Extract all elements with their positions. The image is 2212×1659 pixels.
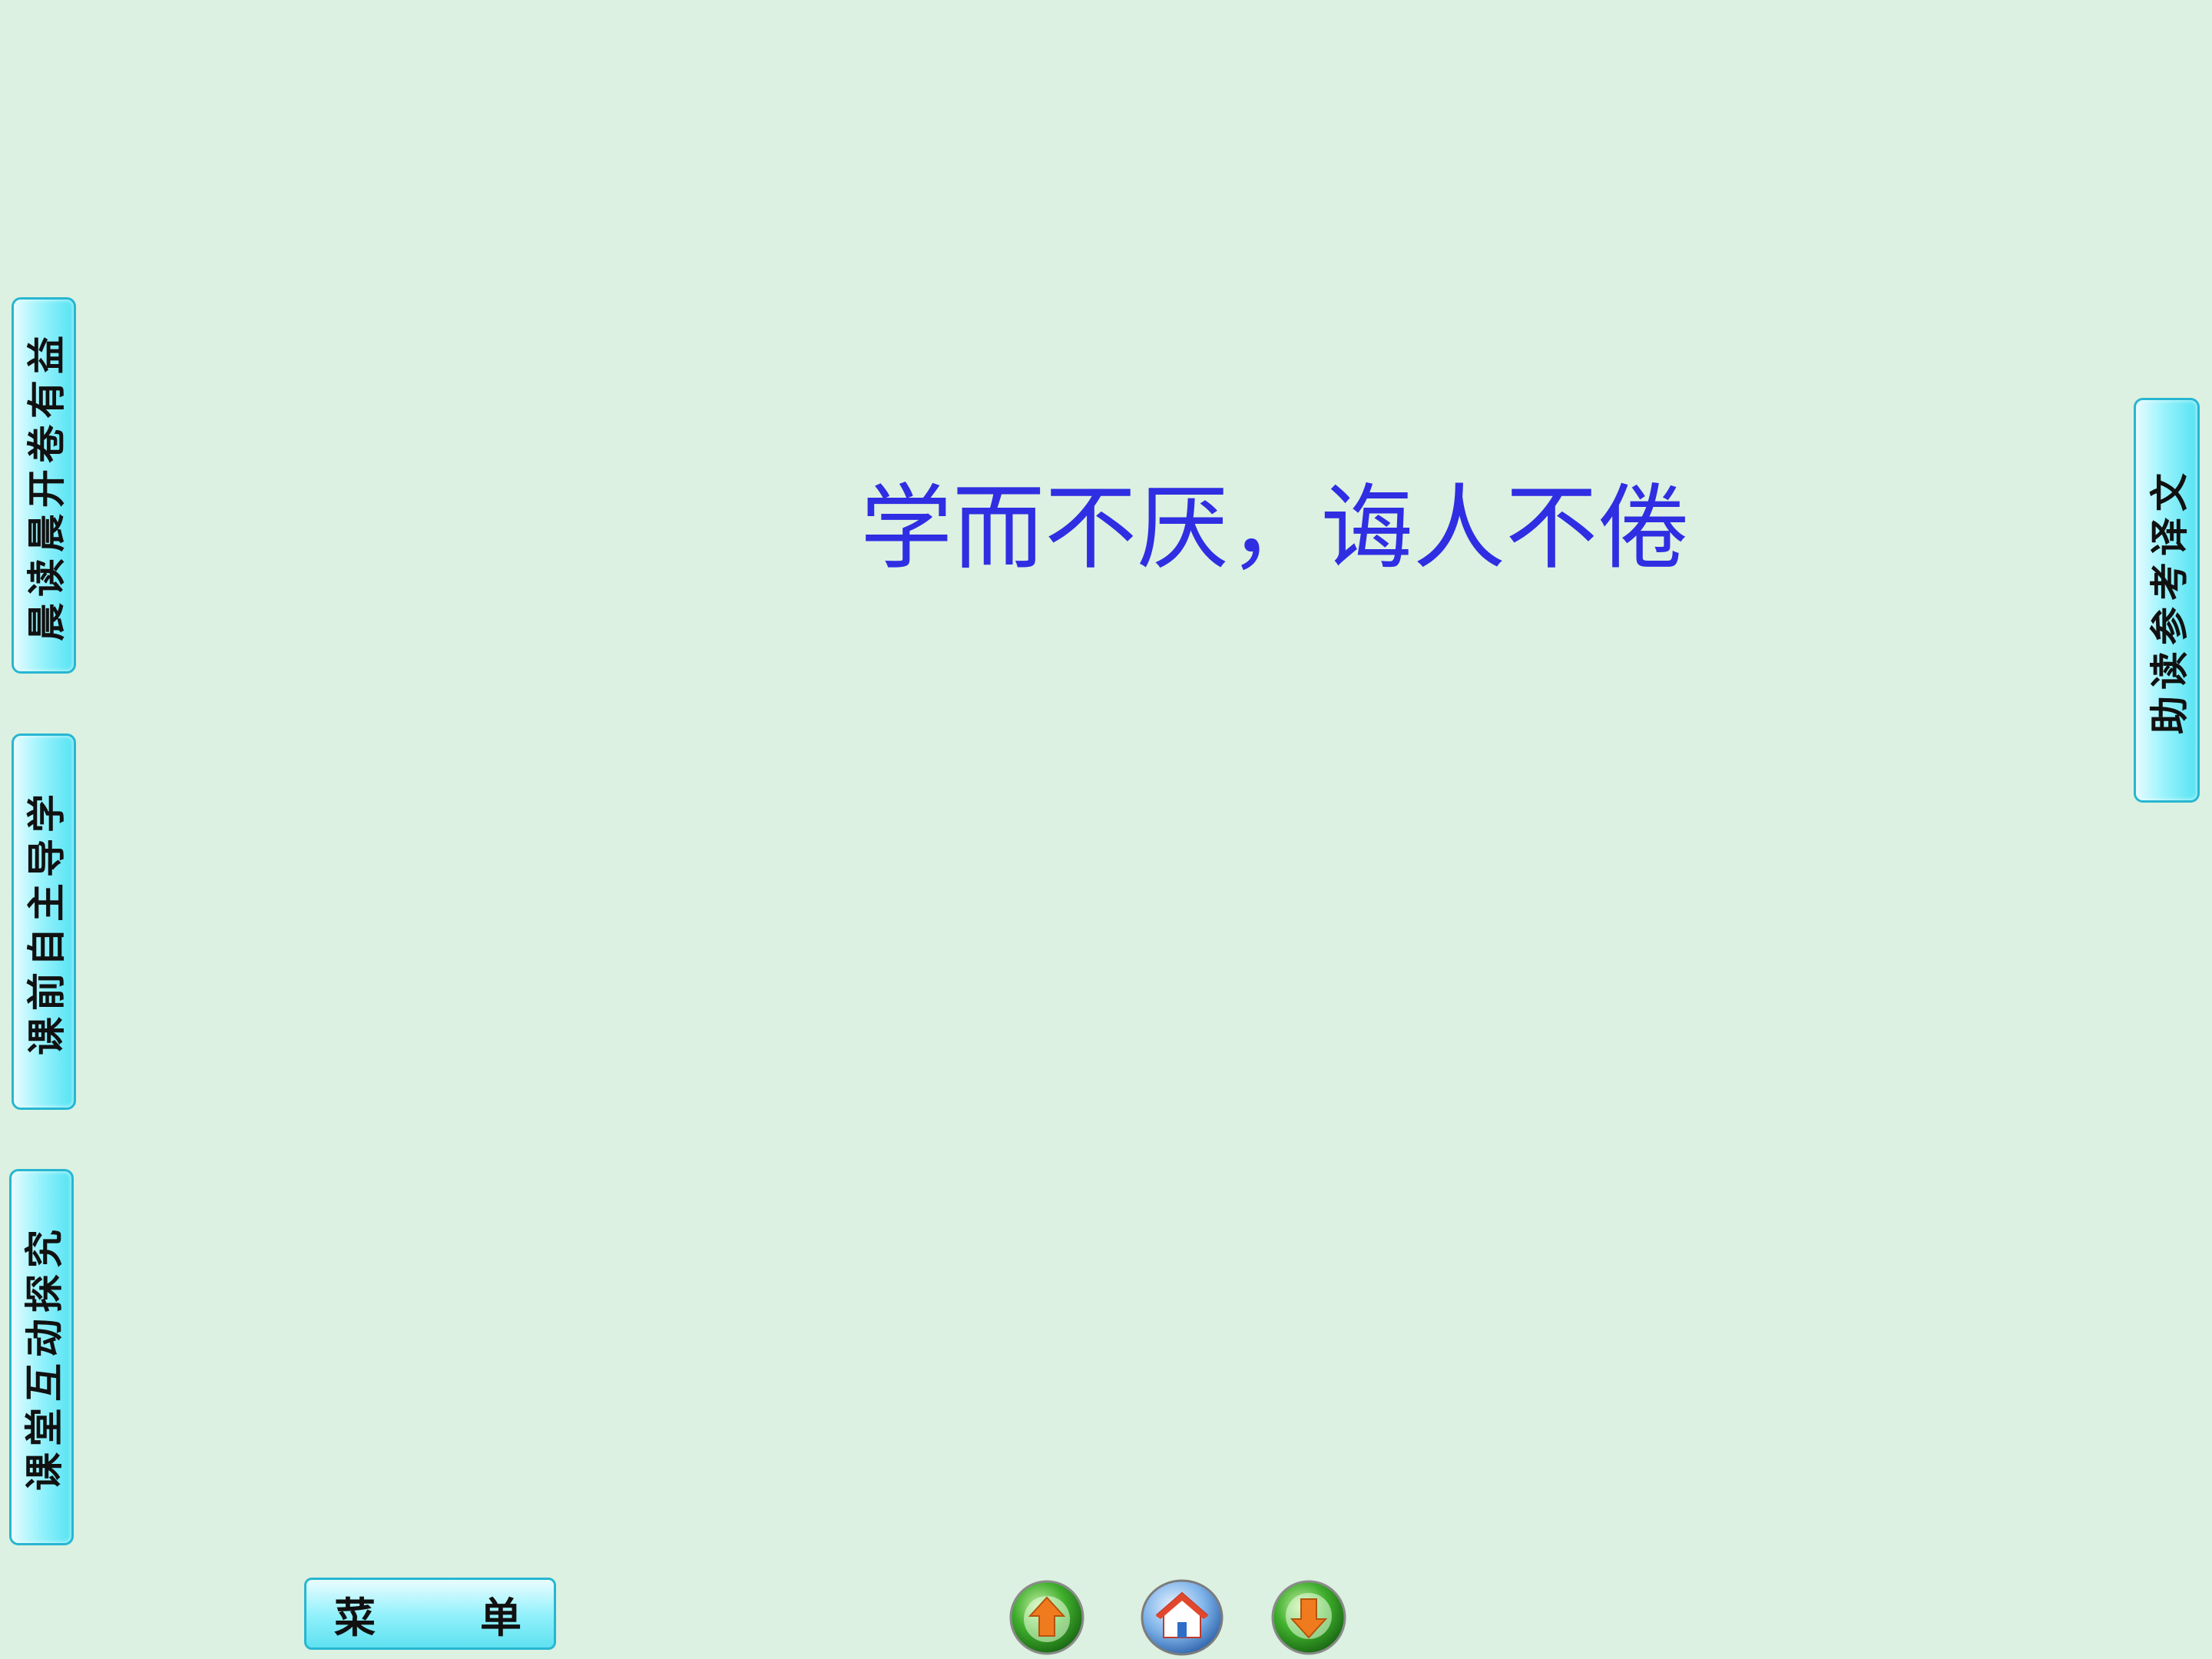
tab-preclass-self-study[interactable]: 课前自主导学 [12, 733, 76, 1110]
tab-classroom-interaction-label: 课堂互动探究 [22, 1224, 67, 1491]
down-arrow-icon [1271, 1580, 1346, 1655]
tab-preclass-self-study-label: 课前自主导学 [25, 788, 69, 1055]
slide-title: 学而不厌，诲人不倦 [860, 475, 1690, 582]
tab-reference-translation[interactable]: 助读参考译文 [2134, 398, 2200, 803]
home-icon [1141, 1579, 1224, 1656]
menu-button[interactable]: 菜 单 [304, 1578, 556, 1650]
up-arrow-icon [1009, 1580, 1084, 1655]
tab-morning-reading-label: 晨读晨开卷有益 [25, 329, 69, 641]
tab-morning-reading[interactable]: 晨读晨开卷有益 [12, 297, 76, 674]
tab-reference-translation-label: 助读参考译文 [2147, 466, 2192, 734]
next-slide-button[interactable] [1270, 1579, 1347, 1656]
tab-classroom-interaction[interactable]: 课堂互动探究 [9, 1169, 74, 1545]
menu-button-label-left: 菜 [334, 1593, 376, 1642]
menu-button-label-right: 单 [480, 1593, 522, 1642]
home-button[interactable] [1139, 1578, 1225, 1657]
previous-slide-button[interactable] [1008, 1579, 1085, 1656]
